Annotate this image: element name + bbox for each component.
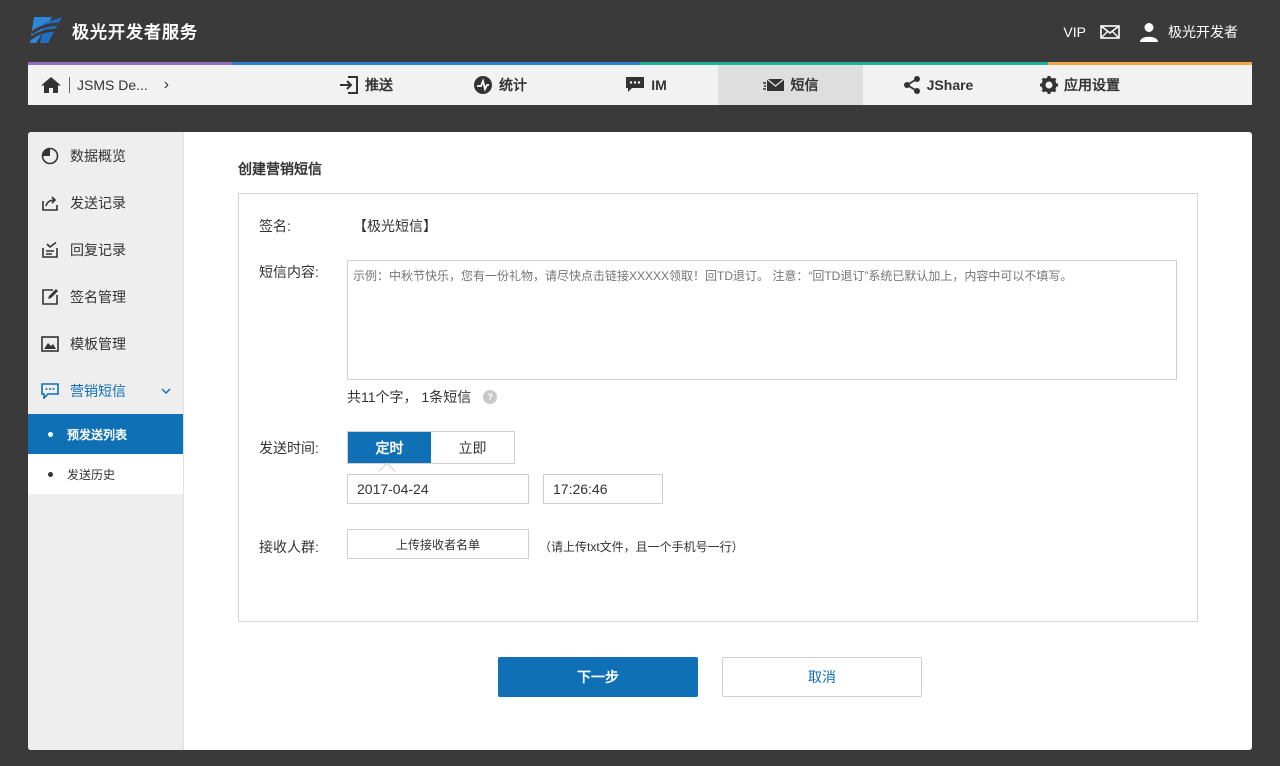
counter-text: 共11个字， 1条短信 (347, 389, 472, 405)
app-selector[interactable]: JSMS De... (77, 77, 148, 93)
page-title: 创建营销短信 (238, 161, 322, 177)
sms-icon (762, 78, 784, 91)
sidebar-subitem-label: 预发送列表 (67, 427, 128, 442)
next-step-button[interactable]: 下一步 (498, 657, 698, 697)
send-time-toggle: 定时 立即 (347, 431, 515, 464)
user-icon (1140, 23, 1158, 42)
home-icon[interactable] (40, 76, 62, 94)
tab-push[interactable]: 推送 (314, 65, 418, 105)
main-card: 数据概览 发送记录 回复记录 签名管理 模板管理 营销短信 预发送列表 发送历史… (28, 132, 1252, 750)
sidebar-item-label: 回复记录 (70, 241, 126, 258)
sidebar-item-label: 发送记录 (70, 194, 126, 211)
tab-jshare[interactable]: JShare (886, 65, 990, 105)
bullet-icon (48, 471, 53, 477)
cancel-button[interactable]: 取消 (722, 657, 922, 697)
send-record-icon (42, 196, 58, 211)
tab-label: 短信 (790, 77, 819, 93)
sidebar-item-overview[interactable]: 数据概览 (28, 132, 183, 179)
tab-im[interactable]: IM (594, 65, 698, 105)
top-bar: 极光开发者服务 VIP 极光开发者 (0, 0, 1280, 62)
sidebar-item-label: 模板管理 (70, 335, 126, 352)
immediate-option[interactable]: 立即 (431, 432, 514, 463)
sidebar: 数据概览 发送记录 回复记录 签名管理 模板管理 营销短信 预发送列表 发送历史 (28, 132, 184, 750)
upload-hint: （请上传txt文件，且一个手机号一行） (539, 540, 744, 554)
jiguang-logo-icon (29, 17, 65, 43)
sidebar-item-template-management[interactable]: 模板管理 (28, 320, 183, 367)
sms-form: 签名: 【极光短信】 短信内容: 共11个字， 1条短信 ? 发送时间: 定时 … (238, 193, 1198, 622)
time-input[interactable]: 17:26:46 (543, 474, 663, 504)
stats-icon (474, 76, 492, 94)
user-menu[interactable]: 极光开发者 (1140, 22, 1238, 42)
tab-label: 应用设置 (1064, 77, 1120, 93)
tab-label: 统计 (499, 77, 527, 93)
sign-label: 签名: (259, 218, 291, 234)
reply-record-icon (42, 241, 58, 258)
tab-app-settings[interactable]: 应用设置 (1028, 65, 1132, 105)
sidebar-item-label: 营销短信 (70, 382, 126, 399)
scheduled-option[interactable]: 定时 (348, 432, 431, 463)
sidebar-subitem-send-history[interactable]: 发送历史 (28, 454, 183, 495)
gear-icon (1040, 76, 1058, 94)
char-counter: 共11个字， 1条短信 ? (347, 387, 498, 407)
sidebar-subitem-label: 发送历史 (67, 467, 116, 482)
tab-label: JShare (926, 77, 974, 93)
sidebar-item-marketing-sms[interactable]: 营销短信 (28, 367, 183, 414)
main-nav: 推送 统计 IM 短信 JShare 应用设置 JSMS De... › (28, 62, 1252, 105)
chat-icon (626, 77, 645, 92)
content-label: 短信内容: (259, 264, 319, 280)
sidebar-item-reply-records[interactable]: 回复记录 (28, 226, 183, 273)
template-icon (41, 335, 59, 352)
content-area: 创建营销短信 签名: 【极光短信】 短信内容: 共11个字， 1条短信 ? 发送… (184, 132, 1252, 750)
chevron-right-icon[interactable]: › (164, 76, 169, 94)
date-input[interactable]: 2017-04-24 (347, 474, 529, 504)
chevron-down-icon[interactable] (161, 388, 171, 394)
sidebar-item-label: 数据概览 (70, 147, 126, 164)
tab-label: IM (651, 77, 667, 93)
tab-sms[interactable]: 短信 (718, 65, 863, 105)
sidebar-item-send-records[interactable]: 发送记录 (28, 179, 183, 226)
share-icon (903, 76, 920, 94)
vip-link[interactable]: VIP (1063, 24, 1086, 40)
push-icon (340, 76, 358, 94)
signature-icon (42, 288, 58, 305)
breadcrumb-separator (69, 77, 70, 93)
tab-label: 推送 (365, 77, 393, 93)
sidebar-item-signature-management[interactable]: 签名管理 (28, 273, 183, 320)
bullet-icon (48, 431, 53, 437)
receivers-label: 接收人群: (259, 539, 319, 555)
marketing-sms-icon (41, 382, 59, 399)
tab-stats[interactable]: 统计 (448, 65, 552, 105)
sign-value: 【极光短信】 (353, 218, 437, 234)
breadcrumb: JSMS De... › (40, 65, 169, 105)
sms-content-textarea[interactable] (347, 260, 1177, 380)
help-icon[interactable]: ? (483, 390, 498, 404)
pie-chart-icon (41, 147, 59, 164)
sidebar-item-label: 签名管理 (70, 288, 126, 305)
brand-name: 极光开发者服务 (72, 22, 198, 42)
brand-logo[interactable]: 极光开发者服务 (28, 12, 198, 48)
user-name: 极光开发者 (1168, 24, 1238, 40)
sidebar-subitem-pre-send-list[interactable]: 预发送列表 (28, 414, 183, 455)
send-time-label: 发送时间: (259, 440, 319, 456)
mail-icon[interactable] (1100, 25, 1120, 39)
upload-receivers-button[interactable]: 上传接收者名单 (347, 529, 529, 559)
